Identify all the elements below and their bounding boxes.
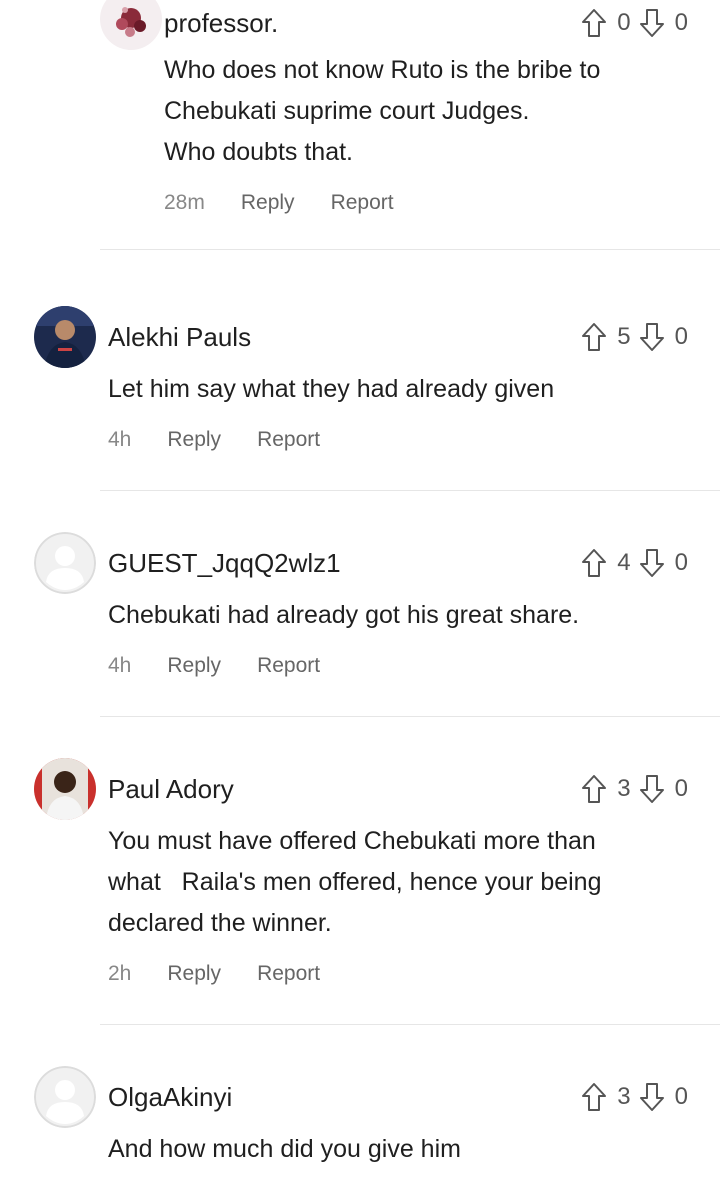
timestamp: 28m [164,191,205,214]
vote-controls: 3 0 [581,1082,688,1112]
username[interactable]: Paul Adory [108,774,234,805]
vote-controls: 4 0 [581,548,688,578]
vote-controls: 3 0 [581,774,688,804]
timestamp: 4h [108,428,132,451]
upvote-count: 3 [617,775,631,802]
comment-meta: 28m Reply Report [164,191,430,215]
downvote-icon[interactable] [639,774,665,804]
timestamp: 4h [108,654,132,677]
upvote-icon[interactable] [581,1082,607,1112]
username[interactable]: GUEST_JqqQ2wlz1 [108,548,341,579]
avatar[interactable] [34,1066,96,1128]
comment-text: Chebukati had already got his great shar… [108,601,580,629]
upvote-icon[interactable] [581,774,607,804]
report-button[interactable]: Report [331,191,394,215]
username[interactable]: Alekhi Pauls [108,322,251,353]
report-button[interactable]: Report [257,654,320,678]
downvote-icon[interactable] [639,8,665,38]
comment-item: professor. 0 0 Who does not know Ruto is… [0,0,720,250]
avatar[interactable] [100,0,162,50]
downvote-count: 0 [674,1083,688,1110]
vote-controls: 5 0 [581,322,688,352]
comment-meta: 4h Reply Report [108,428,356,452]
report-button[interactable]: Report [257,428,320,452]
avatar[interactable] [34,532,96,594]
comment-item: Alekhi Pauls 5 0 Let him say what they h… [0,250,720,491]
reply-button[interactable]: Reply [167,654,221,678]
downvote-count: 0 [674,549,688,576]
comment-item: OlgaAkinyi 3 0 And how much did you give… [0,1024,720,1184]
username[interactable]: professor. [164,8,278,39]
upvote-count: 3 [617,1083,631,1110]
upvote-count: 5 [617,323,631,350]
reply-button[interactable]: Reply [167,428,221,452]
upvote-icon[interactable] [581,8,607,38]
upvote-count: 0 [617,9,631,36]
timestamp: 2h [108,962,132,985]
comment-meta: 4h Reply Report [108,654,356,678]
downvote-count: 0 [674,323,688,350]
username[interactable]: OlgaAkinyi [108,1082,232,1113]
upvote-icon[interactable] [581,548,607,578]
report-button[interactable]: Report [257,962,320,986]
comment-item: Paul Adory 3 0 You must have offered Che… [0,716,720,1025]
upvote-count: 4 [617,549,631,576]
reply-button[interactable]: Reply [167,962,221,986]
reply-button[interactable]: Reply [241,191,295,215]
comment-text: You must have offered Chebukati more tha… [108,827,602,937]
comment-meta: 2h Reply Report [108,962,356,986]
vote-controls: 0 0 [581,8,688,38]
upvote-icon[interactable] [581,322,607,352]
comment-text: Who does not know Ruto is the bribe to C… [164,56,601,166]
downvote-count: 0 [674,775,688,802]
downvote-count: 0 [674,9,688,36]
downvote-icon[interactable] [639,548,665,578]
downvote-icon[interactable] [639,1082,665,1112]
comment-text: And how much did you give him [108,1135,461,1163]
comment-item: GUEST_JqqQ2wlz1 4 0 Chebukati had alread… [0,490,720,717]
comment-text: Let him say what they had already given [108,375,555,403]
downvote-icon[interactable] [639,322,665,352]
avatar[interactable] [34,758,96,820]
avatar[interactable] [34,306,96,368]
